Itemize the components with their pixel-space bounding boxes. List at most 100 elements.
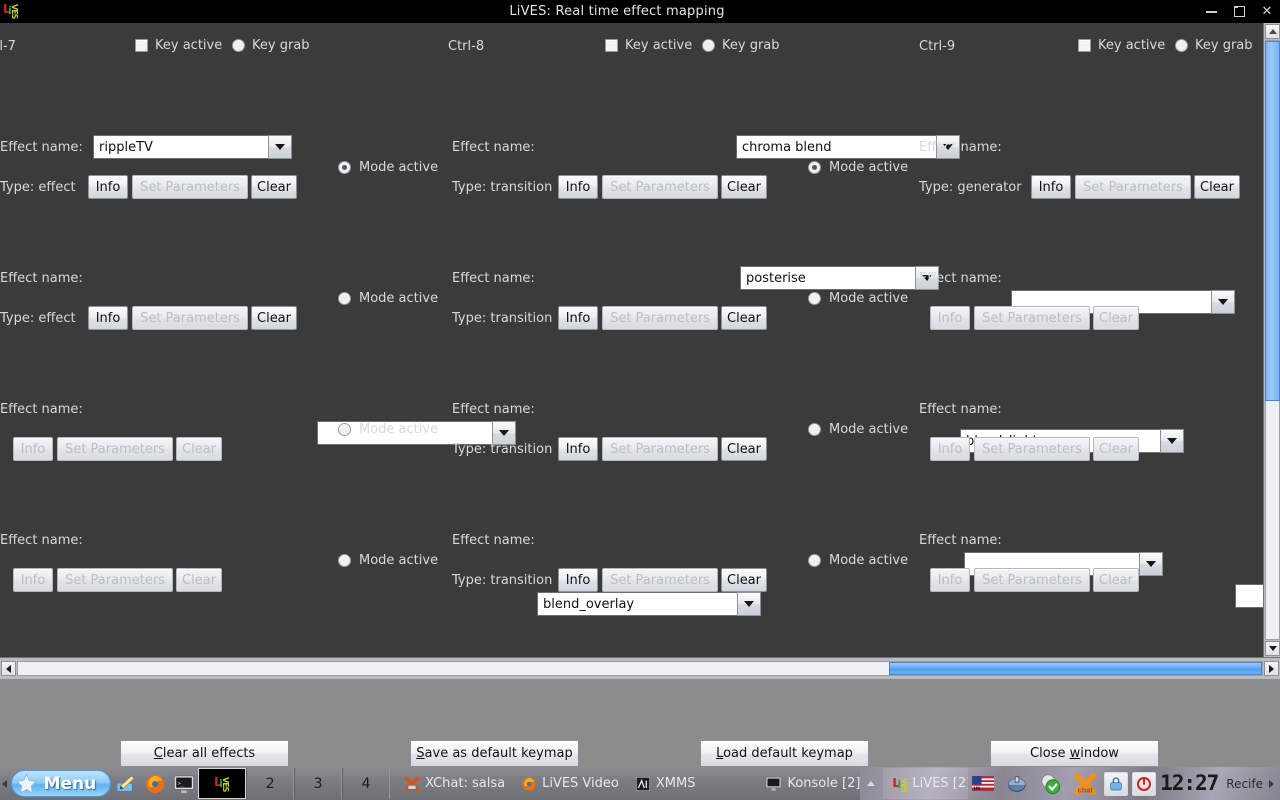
keyboard-flag-icon[interactable]: us — [971, 772, 995, 796]
radio-icon[interactable] — [1175, 39, 1188, 52]
radio-icon[interactable] — [808, 292, 821, 305]
radio-icon[interactable] — [338, 292, 351, 305]
mode-active-radio-a[interactable]: Mode active — [338, 422, 438, 437]
taskbar-window-lives-video[interactable]: LiVES Video — [513, 768, 627, 799]
effect-name-combobox[interactable]: rippleTV — [93, 135, 292, 159]
effect-name-input[interactable]: chroma blend — [736, 135, 936, 159]
clear-button[interactable]: Clear — [721, 175, 767, 199]
chevron-down-icon[interactable] — [1139, 552, 1163, 576]
firefox-icon[interactable] — [143, 772, 166, 796]
effect-type-label: Type: effect — [0, 311, 76, 326]
key-grab-radio-1[interactable]: Key grab — [702, 38, 780, 53]
info-button[interactable]: Info — [1031, 175, 1071, 199]
info-button[interactable]: Info — [558, 568, 598, 592]
start-menu-button[interactable]: Menu — [10, 770, 112, 797]
network-icon[interactable] — [1005, 772, 1029, 796]
mode-active-radio-b[interactable]: Mode active — [808, 160, 908, 175]
mode-active-radio-a[interactable]: Mode active — [338, 160, 438, 175]
chevron-down-icon[interactable] — [737, 592, 761, 616]
mode-active-radio-b[interactable]: Mode active — [808, 553, 908, 568]
xmms-icon — [635, 776, 650, 791]
save-default-keymap-button[interactable]: Save as default keymap — [410, 740, 579, 767]
text-editor-icon[interactable] — [114, 772, 137, 796]
clear-button[interactable]: Clear — [251, 306, 297, 330]
info-button[interactable]: Info — [88, 175, 128, 199]
key-label-0: rl-7 — [0, 39, 16, 54]
info-button[interactable]: Info — [558, 306, 598, 330]
horizontal-scrollbar[interactable] — [0, 657, 1280, 679]
effect-name-combobox[interactable]: blend_overlay — [537, 592, 761, 616]
info-button[interactable]: Info — [558, 175, 598, 199]
key-active-checkbox-2[interactable]: Key active — [1078, 38, 1165, 53]
key-active-checkbox-0[interactable]: Key active — [135, 38, 222, 53]
taskbar-window-xmms[interactable]: XMMS — [627, 768, 704, 799]
svg-text:>_: >_ — [177, 780, 184, 786]
mode-active-radio-a[interactable]: Mode active — [338, 291, 438, 306]
mode-active-radio-a[interactable]: Mode active — [338, 553, 438, 568]
clear-button[interactable]: Clear — [721, 306, 767, 330]
radio-icon[interactable] — [338, 161, 351, 174]
shutdown-button[interactable] — [1132, 771, 1157, 796]
key-active-checkbox-1[interactable]: Key active — [605, 38, 692, 53]
clear-button[interactable]: Clear — [721, 437, 767, 461]
effect-name-input[interactable]: rippleTV — [93, 135, 268, 159]
desktop-taskbar: Menu >_ Li VES 2 3 4 XChat: salsa LiVES … — [0, 767, 1280, 800]
clear-button[interactable]: Clear — [251, 175, 297, 199]
effect-name-input[interactable]: posterise — [740, 266, 915, 290]
key-grab-radio-2[interactable]: Key grab — [1175, 38, 1253, 53]
checkbox-icon[interactable] — [1078, 39, 1091, 52]
clear-button[interactable]: Clear — [721, 568, 767, 592]
effect-name-combobox[interactable]: posterise — [740, 266, 939, 290]
checkbox-icon[interactable] — [605, 39, 618, 52]
xchat-tray-icon[interactable]: chat — [1073, 772, 1097, 796]
close-window-button[interactable]: Close window — [990, 740, 1159, 767]
taskbar-window-xchat[interactable]: XChat: salsa — [396, 768, 513, 799]
load-default-keymap-button[interactable]: Load default keymap — [700, 740, 869, 767]
clear-button[interactable]: Clear — [1194, 175, 1240, 199]
scroll-right-icon[interactable] — [1264, 661, 1279, 676]
taskbar-window-lives[interactable]: Li VES LiVES [2] — [883, 768, 969, 799]
chevron-down-icon[interactable] — [1160, 429, 1184, 453]
scroll-up-icon[interactable] — [1265, 24, 1280, 39]
key-grab-radio-0[interactable]: Key grab — [232, 38, 310, 53]
vertical-scrollbar[interactable] — [1263, 23, 1280, 657]
radio-icon[interactable] — [808, 554, 821, 567]
star-icon — [15, 773, 37, 794]
radio-icon[interactable] — [338, 554, 351, 567]
chevron-down-icon[interactable] — [268, 135, 292, 159]
radio-icon[interactable] — [808, 423, 821, 436]
info-button[interactable]: Info — [558, 437, 598, 461]
close-icon[interactable]: ✕ — [1258, 3, 1276, 21]
info-button[interactable]: Info — [88, 306, 128, 330]
radio-icon[interactable] — [232, 39, 245, 52]
terminal-icon[interactable]: >_ — [172, 772, 195, 796]
taskbar-handle-left[interactable] — [0, 767, 9, 800]
workspace-button-4[interactable]: 4 — [342, 768, 391, 799]
lock-screen-button[interactable] — [1104, 771, 1129, 796]
radio-icon[interactable] — [338, 423, 351, 436]
workspace-button-1[interactable]: Li VES — [198, 768, 247, 799]
mode-active-radio-b[interactable]: Mode active — [808, 291, 908, 306]
minimize-icon[interactable] — [1202, 3, 1220, 21]
workspace-button-3[interactable]: 3 — [294, 768, 343, 799]
workspace-button-2[interactable]: 2 — [246, 768, 295, 799]
mode-active-radio-b[interactable]: Mode active — [808, 422, 908, 437]
radio-icon[interactable] — [808, 161, 821, 174]
scroll-left-icon[interactable] — [1, 661, 16, 676]
radio-icon[interactable] — [702, 39, 715, 52]
effect-name-input[interactable]: blend_overlay — [537, 592, 737, 616]
maximize-icon[interactable] — [1230, 3, 1248, 21]
window-titlebar[interactable]: Li VES LiVES: Real time effect mapping ✕ — [0, 0, 1280, 23]
scroll-down-icon[interactable] — [1265, 641, 1280, 656]
set-parameters-button: Set Parameters — [602, 175, 718, 199]
clear-all-effects-button[interactable]: Clear all effects — [120, 740, 289, 767]
update-ok-icon[interactable] — [1039, 772, 1063, 796]
taskbar-handle-right[interactable] — [1267, 767, 1276, 800]
taskbar-window-konsole[interactable]: Konsole [2] — [757, 768, 883, 799]
mode-active-label: Mode active — [829, 291, 909, 306]
taskbar-clock[interactable]: 12:27 — [1160, 773, 1219, 794]
horizontal-scroll-thumb[interactable] — [889, 662, 1262, 675]
checkbox-icon[interactable] — [135, 39, 148, 52]
vertical-scroll-thumb[interactable] — [1265, 41, 1280, 401]
chevron-down-icon[interactable] — [1211, 290, 1235, 314]
